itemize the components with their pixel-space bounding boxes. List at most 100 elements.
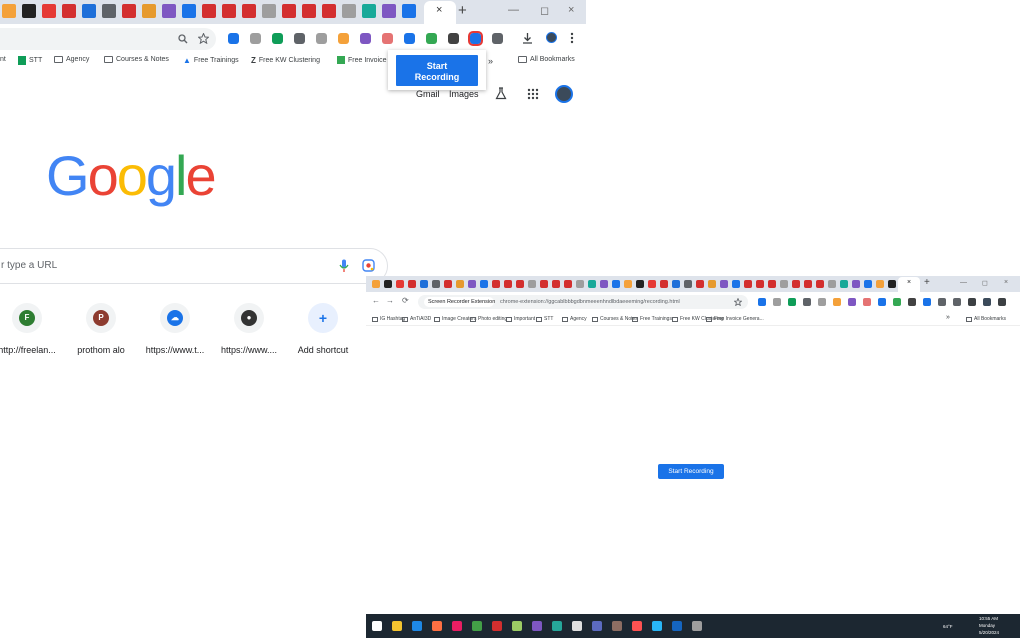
lens-search-icon[interactable] <box>362 259 375 272</box>
tab-favicon-icon[interactable] <box>62 4 76 18</box>
tab-favicon-icon[interactable] <box>660 280 668 288</box>
bookmark-item[interactable]: AnTiAI3D <box>402 316 431 322</box>
tab-favicon-icon[interactable] <box>372 280 380 288</box>
taskbar-app-icon[interactable] <box>612 621 622 631</box>
tab-favicon-icon[interactable] <box>402 4 416 18</box>
address-bar[interactable]: Screen Recorder Extension chrome-extensi… <box>418 295 748 309</box>
taskbar-app-icon[interactable] <box>432 621 442 631</box>
tab-favicon-icon[interactable] <box>684 280 692 288</box>
bookmark-item[interactable]: Courses & Notes <box>592 316 638 322</box>
shortcut-tile[interactable]: Fhttp://freelan... <box>0 303 62 355</box>
extension-icon[interactable] <box>426 33 437 44</box>
taskbar-app-icon[interactable] <box>552 621 562 631</box>
extension-icon[interactable] <box>833 298 841 306</box>
add-shortcut-tile[interactable]: + Add shortcut <box>288 303 358 355</box>
tab-favicon-icon[interactable] <box>182 4 196 18</box>
forward-button[interactable]: → <box>386 296 394 305</box>
extension-icon[interactable] <box>983 298 991 306</box>
taskbar-app-icon[interactable] <box>572 621 582 631</box>
minimize-button[interactable]: — <box>960 279 967 286</box>
tab-favicon-icon[interactable] <box>468 280 476 288</box>
profile-avatar-icon[interactable] <box>546 32 557 43</box>
start-menu-icon[interactable] <box>372 621 382 631</box>
extension-icon[interactable] <box>863 298 871 306</box>
extension-icon[interactable] <box>468 31 483 46</box>
extension-icon[interactable] <box>316 33 327 44</box>
reload-button[interactable]: ⟳ <box>402 296 409 305</box>
zoom-icon[interactable] <box>178 34 188 44</box>
bookmark-item[interactable]: Free Invoice Genera... <box>706 316 764 322</box>
tab-favicon-icon[interactable] <box>720 280 728 288</box>
tab-close-icon[interactable]: × <box>436 4 442 16</box>
tab-favicon-icon[interactable] <box>876 280 884 288</box>
extension-icon[interactable] <box>382 33 393 44</box>
bookmark-item[interactable]: IG Hashtag <box>372 316 405 322</box>
tab-favicon-icon[interactable] <box>42 4 56 18</box>
maximize-button[interactable]: ◻ <box>540 4 549 17</box>
extension-icon[interactable] <box>448 33 459 44</box>
bookmark-kw-clustering[interactable]: Z Free KW Clustering <box>251 56 320 65</box>
tab-favicon-icon[interactable] <box>864 280 872 288</box>
bookmark-all[interactable]: All Bookmarks <box>518 56 575 63</box>
labs-flask-icon[interactable] <box>495 87 507 100</box>
tab-favicon-icon[interactable] <box>444 280 452 288</box>
tab-favicon-icon[interactable] <box>322 4 336 18</box>
download-icon[interactable] <box>522 32 533 44</box>
tab-favicon-icon[interactable] <box>384 280 392 288</box>
extension-icon[interactable] <box>893 298 901 306</box>
tab-favicon-icon[interactable] <box>612 280 620 288</box>
bookmark-item[interactable]: Free Trainings <box>632 316 672 322</box>
clock-date[interactable]: 5/20/2024 <box>979 630 999 635</box>
tab-favicon-icon[interactable] <box>588 280 596 288</box>
tab-favicon-icon[interactable] <box>564 280 572 288</box>
tab-favicon-icon[interactable] <box>22 4 36 18</box>
bookmark-all[interactable]: All Bookmarks <box>966 316 1006 322</box>
taskbar-app-icon[interactable] <box>492 621 502 631</box>
weather-temp[interactable]: 64°F <box>943 624 953 629</box>
tab-favicon-icon[interactable] <box>122 4 136 18</box>
tab-favicon-icon[interactable] <box>362 4 376 18</box>
tab-favicon-icon[interactable] <box>408 280 416 288</box>
extension-icon[interactable] <box>968 298 976 306</box>
extension-icon[interactable] <box>788 298 796 306</box>
tab-favicon-icon[interactable] <box>708 280 716 288</box>
tab-favicon-icon[interactable] <box>600 280 608 288</box>
taskbar-app-icon[interactable] <box>652 621 662 631</box>
tab-favicon-icon[interactable] <box>456 280 464 288</box>
clock-time[interactable]: 10:55 AM <box>979 616 998 621</box>
extension-icon[interactable] <box>923 298 931 306</box>
bookmark-stt[interactable]: STT <box>18 56 42 65</box>
extension-icon[interactable] <box>848 298 856 306</box>
taskbar-app-icon[interactable] <box>532 621 542 631</box>
taskbar-app-icon[interactable] <box>472 621 482 631</box>
more-bookmarks-button[interactable]: » <box>946 314 950 321</box>
extension-icon[interactable] <box>998 298 1006 306</box>
address-bar[interactable] <box>0 28 216 50</box>
new-tab-button[interactable]: + <box>458 2 467 19</box>
extension-icon[interactable] <box>250 33 261 44</box>
tab-favicon-icon[interactable] <box>744 280 752 288</box>
tab-favicon-icon[interactable] <box>480 280 488 288</box>
back-button[interactable]: ← <box>372 296 380 305</box>
tab-favicon-icon[interactable] <box>768 280 776 288</box>
tab-favicon-icon[interactable] <box>636 280 644 288</box>
extension-icon[interactable] <box>773 298 781 306</box>
tab-favicon-icon[interactable] <box>540 280 548 288</box>
popup-start-recording-button[interactable]: Start Recording <box>396 55 478 86</box>
tab-favicon-icon[interactable] <box>732 280 740 288</box>
tab-favicon-icon[interactable] <box>222 4 236 18</box>
tab-favicon-icon[interactable] <box>82 4 96 18</box>
search-input[interactable]: r type a URL <box>0 248 388 284</box>
tab-favicon-icon[interactable] <box>624 280 632 288</box>
tab-favicon-icon[interactable] <box>672 280 680 288</box>
extension-icon[interactable] <box>272 33 283 44</box>
minimize-button[interactable]: — <box>508 4 519 16</box>
tab-favicon-icon[interactable] <box>756 280 764 288</box>
maximize-button[interactable]: ◻ <box>982 279 988 287</box>
bookmark-star-icon[interactable] <box>198 33 209 44</box>
bookmark-courses[interactable]: Courses & Notes <box>104 56 169 63</box>
tab-favicon-icon[interactable] <box>840 280 848 288</box>
bookmark-star-icon[interactable] <box>734 298 742 306</box>
taskbar-app-icon[interactable] <box>512 621 522 631</box>
tab-favicon-icon[interactable] <box>504 280 512 288</box>
